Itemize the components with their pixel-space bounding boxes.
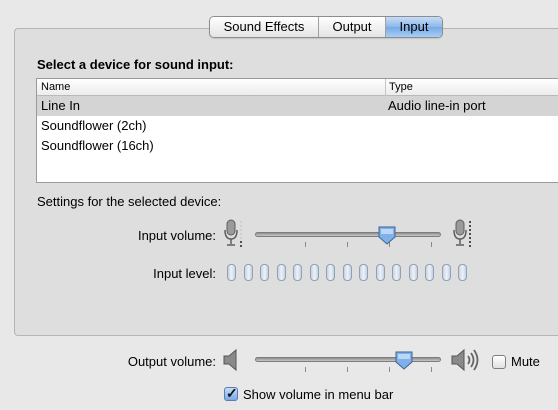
level-segment (375, 264, 385, 281)
slider-tick (305, 367, 306, 372)
slider-tick (431, 367, 432, 372)
checkmark-icon: ✓ (226, 385, 238, 401)
level-segment (260, 264, 269, 281)
input-level-meter (227, 264, 477, 282)
show-volume-label[interactable]: Show volume in menu bar (243, 387, 393, 402)
level-segment (458, 264, 467, 281)
slider-tick (305, 242, 306, 247)
level-segment (408, 264, 418, 281)
device-name: Soundflower (16ch) (41, 138, 154, 153)
tab-bar: Sound Effects Output Input (209, 16, 443, 38)
device-name: Line In (41, 98, 81, 113)
column-divider (385, 79, 386, 96)
device-heading: Select a device for sound input: (37, 57, 234, 72)
tab-input[interactable]: Input (386, 17, 442, 37)
tab-sound-effects[interactable]: Sound Effects (210, 17, 319, 37)
slider-tick (431, 242, 432, 247)
microphone-low-icon (222, 218, 244, 251)
level-segment (392, 264, 401, 281)
input-level-label: Input level: (153, 266, 216, 281)
device-type: Audio line-in port (388, 98, 486, 113)
level-segment (276, 264, 286, 281)
slider-knob[interactable] (378, 226, 396, 245)
level-segment (441, 264, 451, 281)
level-segment (425, 264, 434, 281)
slider-tick (347, 242, 348, 247)
table-row[interactable]: Soundflower (2ch) (37, 116, 558, 136)
input-volume-slider[interactable] (255, 226, 441, 247)
mute-label[interactable]: Mute (511, 354, 540, 369)
slider-track (255, 357, 441, 362)
speaker-high-icon (450, 347, 482, 376)
level-segment (326, 264, 335, 281)
column-header-name[interactable]: Name (41, 79, 70, 95)
level-segment (342, 264, 352, 281)
level-segment (243, 264, 253, 281)
tab-output[interactable]: Output (319, 17, 386, 37)
speaker-low-icon (222, 348, 242, 375)
slider-knob[interactable] (395, 351, 413, 370)
output-volume-label: Output volume: (127, 354, 216, 369)
output-volume-slider[interactable] (255, 351, 441, 372)
device-table[interactable]: Name Type Line In Audio line-in port Sou… (36, 78, 558, 183)
level-segment (227, 264, 236, 281)
slider-track (255, 232, 441, 237)
slider-tick (389, 367, 390, 372)
level-segment (293, 264, 302, 281)
column-header-type[interactable]: Type (389, 79, 413, 95)
show-volume-checkbox[interactable]: ✓ (224, 385, 238, 401)
slider-tick (347, 367, 348, 372)
microphone-high-icon (451, 218, 473, 251)
input-volume-label: Input volume: (137, 228, 216, 243)
settings-label: Settings for the selected device: (37, 194, 222, 209)
level-segment (359, 264, 368, 281)
table-header: Name Type (37, 79, 558, 96)
level-segment (309, 264, 319, 281)
mute-checkbox[interactable] (492, 355, 506, 369)
device-name: Soundflower (2ch) (41, 118, 147, 133)
table-row[interactable]: Soundflower (16ch) (37, 136, 558, 156)
table-row[interactable]: Line In Audio line-in port (37, 96, 558, 116)
